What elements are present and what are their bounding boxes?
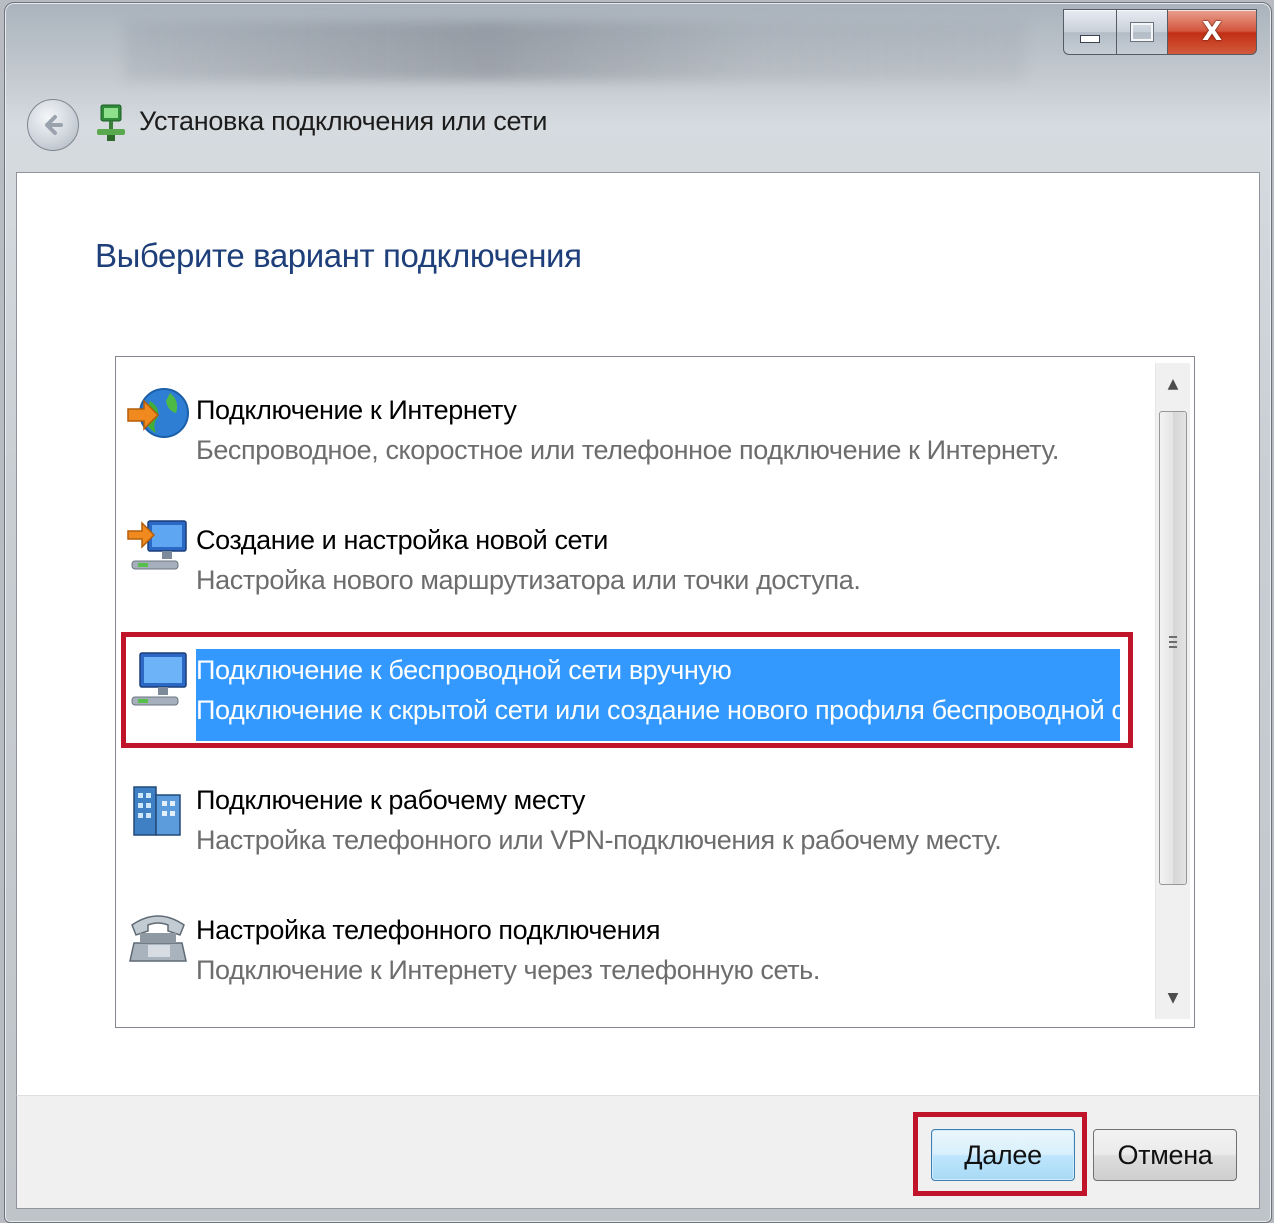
globe-icon	[127, 388, 189, 438]
minimize-button[interactable]	[1063, 9, 1116, 55]
wizard-footer: Далее Отмена	[16, 1095, 1260, 1209]
close-button[interactable]: X	[1167, 9, 1257, 55]
scroll-down-button[interactable]: ▼	[1156, 981, 1190, 1015]
option-title: Подключение к рабочему месту	[196, 785, 585, 815]
workplace-building-icon	[133, 786, 181, 836]
option-title: Подключение к Интернету	[196, 395, 517, 425]
option-description: Подключение к Интернету через телефонную…	[196, 955, 820, 985]
option-description: Беспроводное, скоростное или телефонное …	[196, 435, 1060, 465]
option-description: Настройка телефонного или VPN-подключени…	[196, 825, 1002, 855]
glass-background	[125, 21, 1025, 81]
telephone-icon	[129, 915, 187, 962]
back-button[interactable]	[27, 99, 79, 151]
option-workplace-connection[interactable]: Подключение к рабочему месту Настройка т…	[124, 763, 1124, 883]
close-icon: X	[1201, 17, 1223, 47]
option-internet-connection[interactable]: Подключение к Интернету Беспроводное, ск…	[124, 373, 1124, 493]
minimize-icon	[1080, 35, 1100, 43]
option-dialup-setup[interactable]: Настройка телефонного подключения Подклю…	[124, 893, 1124, 1013]
maximize-button[interactable]	[1116, 9, 1167, 55]
option-title: Настройка телефонного подключения	[196, 915, 661, 945]
wizard-content: Выберите вариант подключения Подключение…	[16, 172, 1260, 1096]
network-setup-icon	[127, 520, 187, 570]
back-arrow-icon	[45, 115, 63, 135]
option-title: Создание и настройка новой сети	[196, 525, 608, 555]
scrollbar-thumb[interactable]	[1159, 411, 1187, 885]
maximize-icon	[1130, 22, 1154, 42]
option-description: Настройка нового маршрутизатора или точк…	[196, 565, 861, 595]
caption-buttons: X	[1063, 9, 1257, 55]
vertical-scrollbar[interactable]: ▲ ▼	[1155, 363, 1190, 1019]
cancel-button[interactable]: Отмена	[1093, 1129, 1237, 1181]
network-wizard-icon	[97, 104, 125, 141]
page-heading: Выберите вариант подключения	[95, 237, 582, 274]
grip-icon	[1169, 636, 1177, 650]
window-title: Установка подключения или сети	[139, 106, 548, 136]
scroll-up-button[interactable]: ▲	[1156, 367, 1190, 401]
highlight-box-selected-option	[121, 632, 1133, 748]
option-new-network-setup[interactable]: Создание и настройка новой сети Настройк…	[124, 503, 1124, 623]
highlight-box-next-button	[913, 1112, 1087, 1196]
